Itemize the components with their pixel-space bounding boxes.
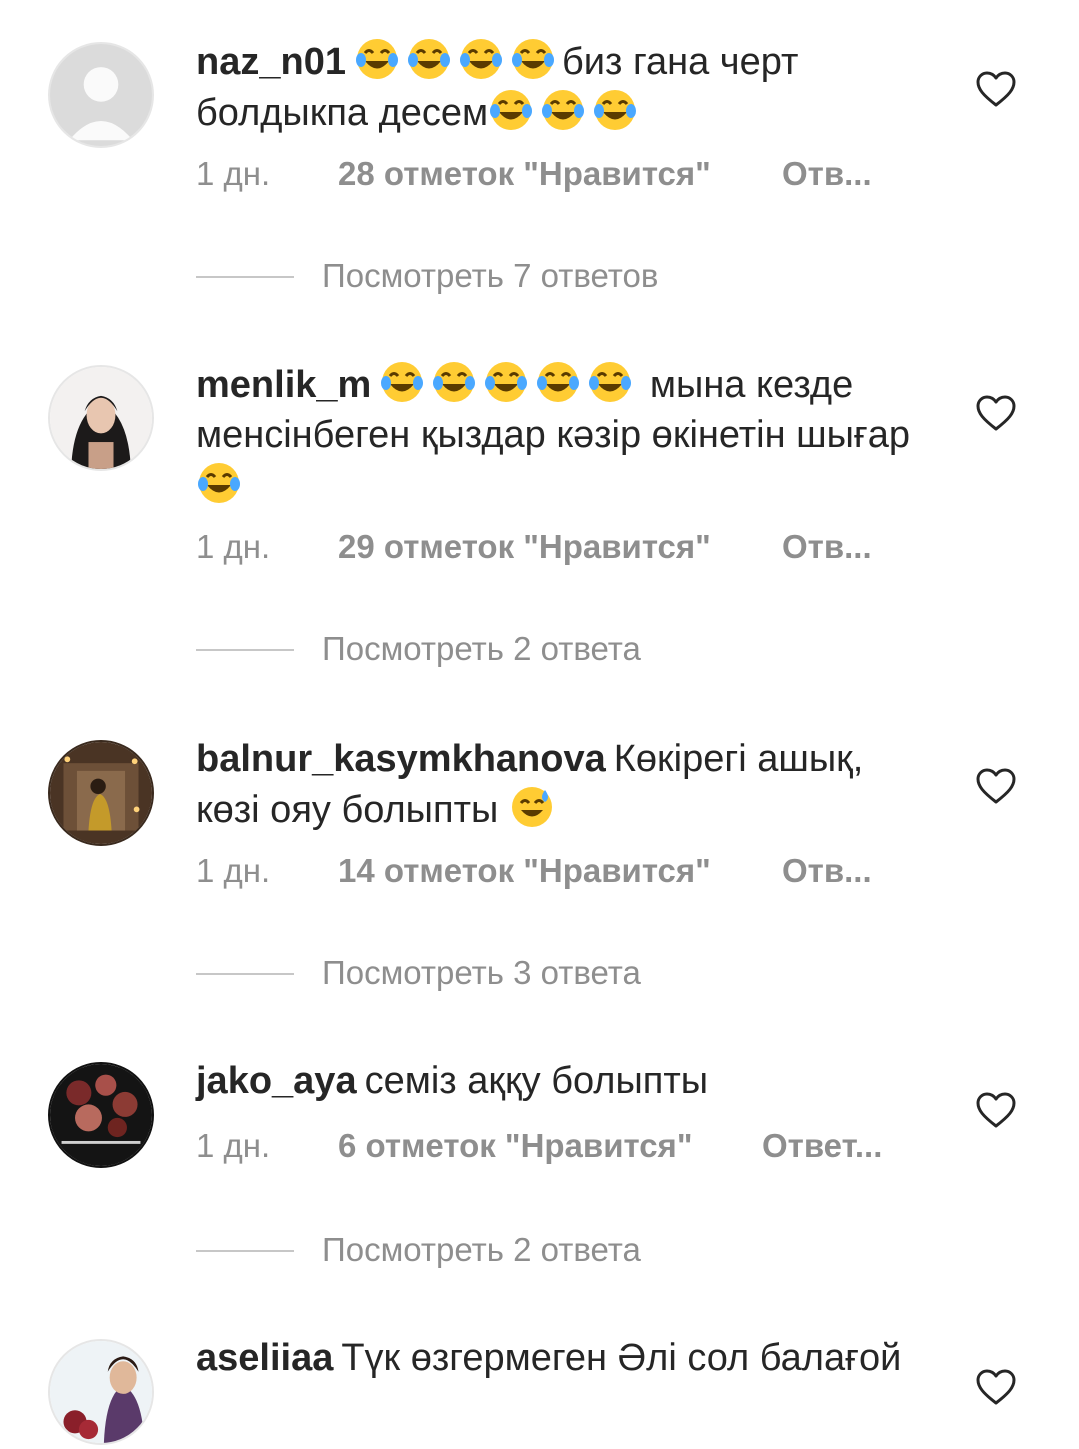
- face-with-tears-of-joy-icon: [483, 359, 529, 405]
- face-with-tears-of-joy-icon: [510, 36, 556, 82]
- comment-body: Түк өзгермеген Әлі сол балағой: [341, 1337, 902, 1379]
- comment-username[interactable]: menlik_m: [196, 364, 371, 406]
- view-replies-label: Посмотреть 3 ответа: [322, 954, 641, 991]
- comment-text: jako_aya семіз аққу болыпты: [196, 1056, 926, 1106]
- face-with-tears-of-joy-icon: [540, 87, 586, 133]
- replies-divider: [196, 1250, 294, 1252]
- comment-meta: 1 дн. 28 отметок "Нравится" Отв...: [196, 155, 872, 193]
- comment-time: 1 дн.: [196, 155, 271, 192]
- avatar[interactable]: [48, 1339, 154, 1445]
- face-with-tears-of-joy-icon: [535, 359, 581, 405]
- face-with-tears-of-joy-icon: [406, 36, 452, 82]
- face-with-tears-of-joy-icon: [379, 359, 425, 405]
- heart-outline-icon[interactable]: [975, 767, 1017, 805]
- heart-outline-icon[interactable]: [975, 1091, 1017, 1129]
- likes-count[interactable]: 14 отметок "Нравится": [338, 852, 711, 890]
- face-with-tears-of-joy-icon: [354, 36, 400, 82]
- view-replies-label: Посмотреть 7 ответов: [322, 257, 659, 294]
- default-avatar-icon[interactable]: [48, 42, 154, 148]
- replies-divider: [196, 649, 294, 651]
- comment-time: 1 дн.: [196, 1127, 271, 1164]
- comment-meta: 1 дн. 14 отметок "Нравится" Отв...: [196, 852, 872, 890]
- comment-meta: 1 дн. 6 отметок "Нравится" Ответ...: [196, 1127, 882, 1165]
- heart-outline-icon[interactable]: [975, 1368, 1017, 1406]
- reply-button[interactable]: Отв...: [782, 528, 872, 566]
- heart-outline-icon[interactable]: [975, 70, 1017, 108]
- comment-time: 1 дн.: [196, 528, 271, 565]
- comment-username[interactable]: naz_n01: [196, 41, 346, 83]
- reply-button[interactable]: Отв...: [782, 155, 872, 193]
- view-replies-label: Посмотреть 2 ответа: [322, 1231, 641, 1268]
- view-replies-button[interactable]: Посмотреть 2 ответа: [196, 1231, 796, 1271]
- face-with-tears-of-joy-icon: [458, 36, 504, 82]
- view-replies-button[interactable]: Посмотреть 7 ответов: [196, 257, 796, 297]
- avatar[interactable]: [48, 365, 154, 471]
- comment-time: 1 дн.: [196, 852, 271, 889]
- reply-button[interactable]: Ответ...: [762, 1127, 882, 1165]
- heart-outline-icon[interactable]: [975, 394, 1017, 432]
- likes-count[interactable]: 6 отметок "Нравится": [338, 1127, 692, 1165]
- grinning-face-with-sweat-icon: [509, 784, 555, 830]
- view-replies-button[interactable]: Посмотреть 3 ответа: [196, 954, 796, 994]
- likes-count[interactable]: 29 отметок "Нравится": [338, 528, 711, 566]
- avatar[interactable]: [48, 740, 154, 846]
- face-with-tears-of-joy-icon: [587, 359, 633, 405]
- face-with-tears-of-joy-icon: [592, 87, 638, 133]
- reply-button[interactable]: Отв...: [782, 852, 872, 890]
- likes-count[interactable]: 28 отметок "Нравится": [338, 155, 711, 193]
- comment-text: aseliiaa Түк өзгермеген Әлі сол балағой: [196, 1333, 926, 1383]
- comment-username[interactable]: balnur_kasymkhanova: [196, 738, 606, 780]
- avatar[interactable]: [48, 1062, 154, 1168]
- face-with-tears-of-joy-icon: [196, 460, 242, 506]
- comment-meta: 1 дн. 29 отметок "Нравится" Отв...: [196, 528, 872, 566]
- comment-text: menlik_m мына кезде менсінбеген қыздар к…: [196, 359, 926, 511]
- view-replies-label: Посмотреть 2 ответа: [322, 630, 641, 667]
- comment-username[interactable]: jako_aya: [196, 1060, 357, 1102]
- comment-text: balnur_kasymkhanova Көкірегі ашық, көзі о…: [196, 734, 926, 835]
- comment-text: naz_n01 биз гана черт болдыкпа десем: [196, 36, 926, 138]
- comment-body: семіз аққу болыпты: [364, 1060, 709, 1102]
- comment-username[interactable]: aseliiaa: [196, 1337, 333, 1379]
- replies-divider: [196, 973, 294, 975]
- view-replies-button[interactable]: Посмотреть 2 ответа: [196, 630, 796, 670]
- face-with-tears-of-joy-icon: [488, 87, 534, 133]
- replies-divider: [196, 276, 294, 278]
- face-with-tears-of-joy-icon: [431, 359, 477, 405]
